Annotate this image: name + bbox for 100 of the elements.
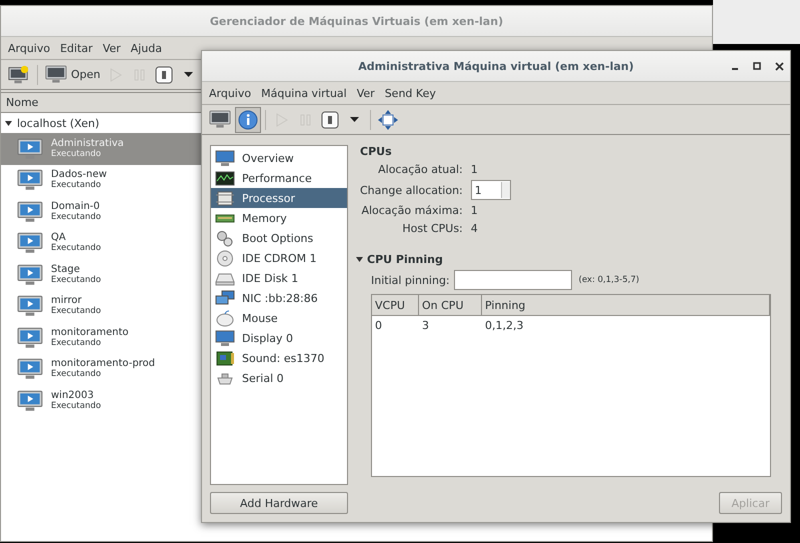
network-icon — [215, 290, 235, 306]
vm-row[interactable]: mirror Executando — [1, 290, 201, 322]
table-cell-text: 0,1,2,3 — [484, 318, 524, 334]
vm-row[interactable]: monitoramento Executando — [1, 322, 201, 354]
vm-status: Executando — [51, 369, 102, 380]
field-label: Change allocation: — [360, 182, 463, 198]
info-icon — [238, 110, 258, 130]
column-header[interactable]: Nome — [1, 93, 201, 113]
section-title: CPUs — [360, 145, 393, 158]
vm-row[interactable]: monitoramento-prod Executando — [1, 354, 201, 385]
vm-name: mirror — [51, 295, 83, 306]
vm-name: Domain-0 — [51, 200, 101, 212]
mouse-icon — [215, 310, 235, 326]
menu-item[interactable]: Ajuda — [126, 42, 167, 54]
vm-name: QA — [51, 232, 67, 244]
field-label: Alocação máxima: — [360, 203, 463, 218]
vm-status: Executando — [51, 243, 101, 254]
spin-field[interactable]: 1 — [470, 180, 511, 200]
menu-item[interactable]: Send Key — [380, 86, 441, 100]
hardware-item[interactable]: IDE CDROM 1 — [211, 248, 347, 268]
vm-icon — [17, 232, 43, 254]
vm-icon — [17, 295, 43, 318]
field-label: Alocação atual: — [377, 162, 463, 177]
hardware-item[interactable]: Memory — [211, 208, 347, 228]
field-label: Initial pinning: — [371, 272, 450, 288]
vm-icon — [17, 358, 43, 380]
vm-icon — [17, 138, 43, 160]
vm-status: Executando — [51, 212, 101, 223]
power-icon — [321, 110, 339, 128]
open-button[interactable]: Open — [42, 62, 104, 88]
vm-row[interactable]: Domain-0 Executando — [1, 196, 201, 228]
new-machine-icon — [8, 64, 30, 84]
vm-icon — [17, 169, 43, 192]
hardware-item[interactable]: Serial 0 — [211, 368, 347, 388]
vm-name: monitoramento-prod — [51, 358, 156, 370]
menu-item[interactable]: Máquina virtual — [256, 86, 352, 100]
menu-item[interactable]: Ver — [352, 86, 380, 100]
vm-status: Executando — [51, 274, 101, 286]
move-icon — [378, 110, 398, 130]
caret-icon — [184, 72, 194, 78]
host-label: localhost (Xen) — [17, 116, 100, 130]
table-cell-text: 0 — [374, 318, 383, 334]
column-header[interactable]: On CPU — [419, 295, 482, 315]
field-value: 1 — [470, 204, 479, 217]
window-title: Gerenciador de Máquinas Virtuais (em xen-lan) — [210, 14, 504, 28]
hardware-item[interactable]: Overview — [211, 148, 347, 168]
monitor-icon — [45, 65, 67, 84]
menu-item[interactable]: Editar — [55, 42, 98, 54]
expander-icon[interactable] — [356, 256, 363, 263]
gears-icon — [215, 230, 235, 246]
vm-row[interactable]: Dados-new Executando — [1, 164, 201, 196]
close-icon[interactable] — [775, 62, 784, 70]
vm-row[interactable]: Stage Executando — [1, 259, 201, 290]
hardware-item[interactable]: Boot Options — [211, 228, 347, 248]
menu-item[interactable]: Arquivo — [204, 86, 256, 100]
monitor-icon — [215, 150, 235, 166]
window-title: Administrativa Máquina virtual (em xen-lan) — [358, 60, 634, 72]
vm-row[interactable]: QA Executando — [1, 228, 201, 259]
column-header[interactable]: Pinning — [482, 295, 770, 315]
vm-row[interactable]: win2003 Executando — [1, 385, 201, 416]
pinning-field[interactable] — [454, 270, 572, 290]
vm-status: Executando — [51, 148, 102, 160]
vm-status: Executando — [51, 400, 101, 412]
vm-status: Executando — [51, 306, 101, 318]
vm-name: monitoramento — [51, 326, 129, 338]
field-label: Host CPUs: — [401, 221, 463, 236]
vm-name: Dados-new — [51, 169, 107, 180]
vm-name: win2003 — [51, 390, 95, 401]
vm-icon — [17, 390, 43, 412]
disc-icon — [215, 250, 235, 266]
section-title[interactable]: CPU Pinning — [367, 253, 443, 266]
monitor-icon — [209, 110, 231, 129]
column-header[interactable]: VCPU — [372, 295, 419, 315]
add-hardware-button[interactable]: Add Hardware — [210, 492, 348, 514]
table-cell-text: 3 — [421, 318, 430, 334]
field-value: 4 — [470, 222, 479, 235]
caret-icon — [350, 116, 359, 122]
maximize-icon[interactable] — [753, 62, 761, 70]
hint-text: (ex: 0,1,3-5,7) — [578, 275, 640, 285]
chip-icon — [215, 190, 235, 206]
monitor-icon — [215, 330, 235, 346]
vm-status: Executando — [51, 180, 102, 192]
details-button[interactable] — [235, 106, 261, 132]
vm-status: Executando — [51, 338, 102, 349]
menu-item[interactable]: Arquivo — [3, 42, 56, 54]
vm-icon — [17, 264, 43, 286]
power-icon — [155, 66, 174, 84]
expander-icon[interactable] — [5, 120, 12, 126]
menu-item[interactable]: Ver — [98, 42, 126, 54]
hardware-item[interactable]: NIC :bb:28:86 — [211, 288, 347, 308]
vm-icon — [17, 326, 43, 349]
hardware-item[interactable]: IDE Disk 1 — [211, 268, 347, 288]
vm-icon — [17, 200, 43, 223]
hardware-item[interactable]: Display 0 — [211, 328, 347, 348]
field-value: 1 — [470, 163, 479, 176]
hardware-item[interactable]: Mouse — [211, 308, 347, 328]
hardware-item[interactable]: Performance — [211, 168, 347, 188]
hardware-item[interactable]: Sound: es1370 — [211, 348, 347, 368]
graph-icon — [215, 170, 235, 186]
hardware-item[interactable]: Processor — [211, 188, 347, 208]
